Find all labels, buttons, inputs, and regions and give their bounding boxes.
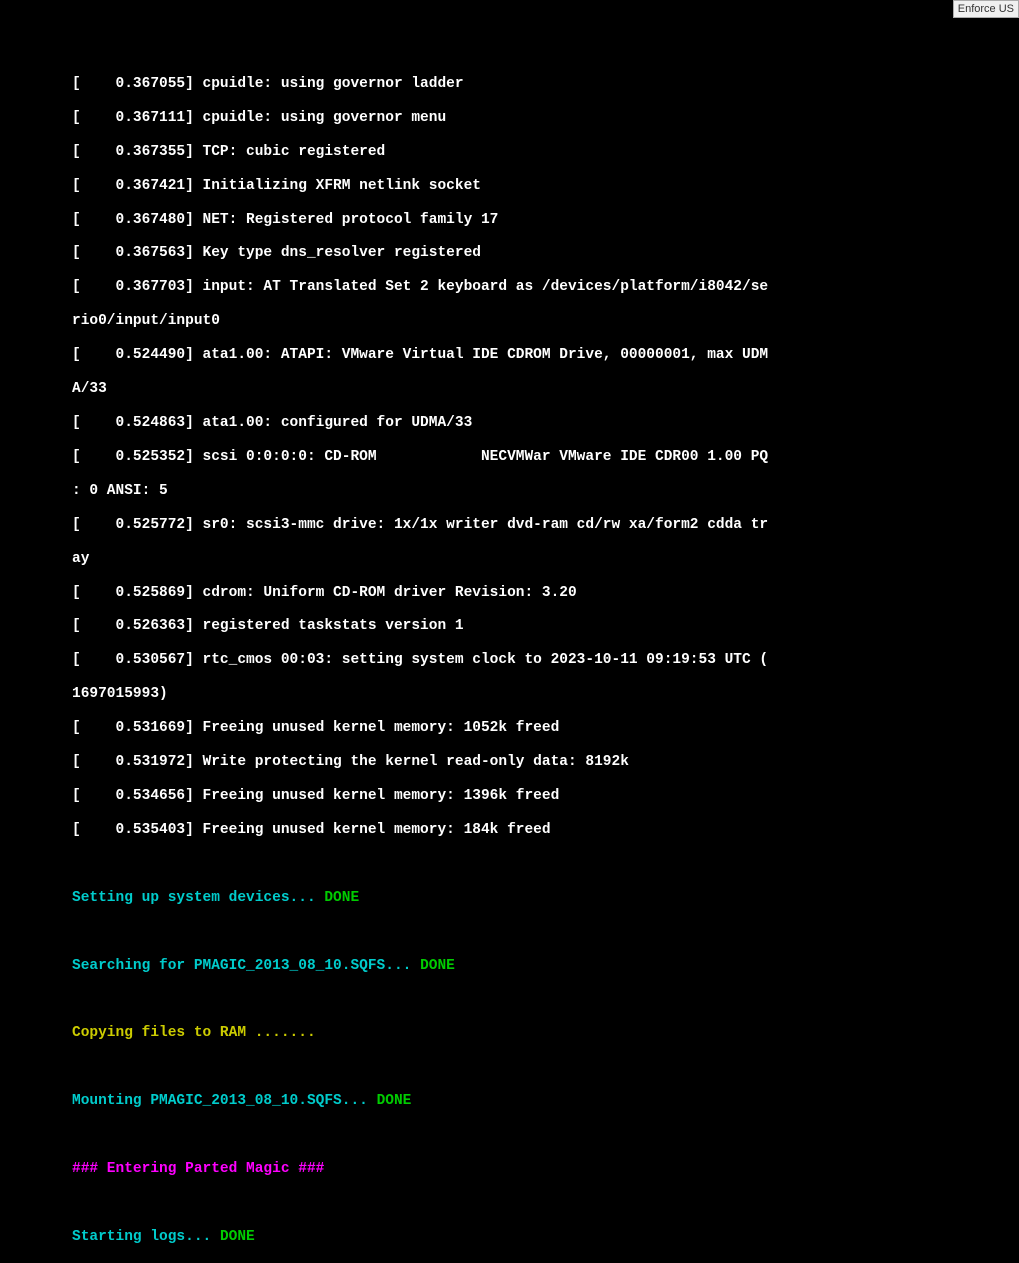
status-done: DONE [324,890,359,906]
status-done: DONE [420,958,455,974]
kernel-log-line: [ 0.526363] registered taskstats version… [72,618,999,635]
status-text: Searching for PMAGIC_2013_08_10.SQFS... [72,958,420,974]
blank-line [72,1195,999,1212]
kernel-log-line: [ 0.367480] NET: Registered protocol fam… [72,212,999,229]
status-text: Mounting PMAGIC_2013_08_10.SQFS... [72,1093,377,1109]
status-text: Setting up system devices... [72,890,324,906]
kernel-log-line: [ 0.531972] Write protecting the kernel … [72,754,999,771]
kernel-log-line: [ 0.367355] TCP: cubic registered [72,144,999,161]
kernel-log-line: [ 0.534656] Freeing unused kernel memory… [72,788,999,805]
status-starting-logs: Starting logs... DONE [72,1229,999,1246]
kernel-log-line: [ 0.525772] sr0: scsi3-mmc drive: 1x/1x … [72,517,999,534]
kernel-log-line: [ 0.530567] rtc_cmos 00:03: setting syst… [72,652,999,669]
blank-line [72,856,999,873]
status-text: Starting logs... [72,1229,220,1245]
blank-line [72,992,999,1009]
kernel-log-line: ay [72,551,999,568]
status-done: DONE [220,1229,255,1245]
kernel-log-line: rio0/input/input0 [72,313,999,330]
kernel-log-line: [ 0.525352] scsi 0:0:0:0: CD-ROM NECVMWa… [72,449,999,466]
status-searching: Searching for PMAGIC_2013_08_10.SQFS... … [72,958,999,975]
kernel-log-line: [ 0.367563] Key type dns_resolver regist… [72,245,999,262]
status-done: DONE [377,1093,412,1109]
kernel-log-line: [ 0.367111] cpuidle: using governor menu [72,110,999,127]
boot-console: [ 0.367055] cpuidle: using governor ladd… [0,0,1019,1263]
kernel-log-line: [ 0.367703] input: AT Translated Set 2 k… [72,279,999,296]
kernel-log-line: [ 0.524863] ata1.00: configured for UDMA… [72,415,999,432]
status-copying: Copying files to RAM ....... [72,1025,999,1042]
blank-line [72,1059,999,1076]
status-mounting: Mounting PMAGIC_2013_08_10.SQFS... DONE [72,1093,999,1110]
enforce-button[interactable]: Enforce US [953,0,1019,18]
kernel-log-line: A/33 [72,381,999,398]
kernel-log-line: [ 0.525869] cdrom: Uniform CD-ROM driver… [72,585,999,602]
blank-line [72,924,999,941]
blank-line [72,1127,999,1144]
kernel-log-line: : 0 ANSI: 5 [72,483,999,500]
kernel-log-line: [ 0.524490] ata1.00: ATAPI: VMware Virtu… [72,347,999,364]
entering-banner: ### Entering Parted Magic ### [72,1161,999,1178]
kernel-log-line: [ 0.535403] Freeing unused kernel memory… [72,822,999,839]
kernel-log-line: [ 0.531669] Freeing unused kernel memory… [72,720,999,737]
status-setup-devices: Setting up system devices... DONE [72,890,999,907]
kernel-log-line: [ 0.367421] Initializing XFRM netlink so… [72,178,999,195]
kernel-log-line: [ 0.367055] cpuidle: using governor ladd… [72,76,999,93]
kernel-log-line: 1697015993) [72,686,999,703]
